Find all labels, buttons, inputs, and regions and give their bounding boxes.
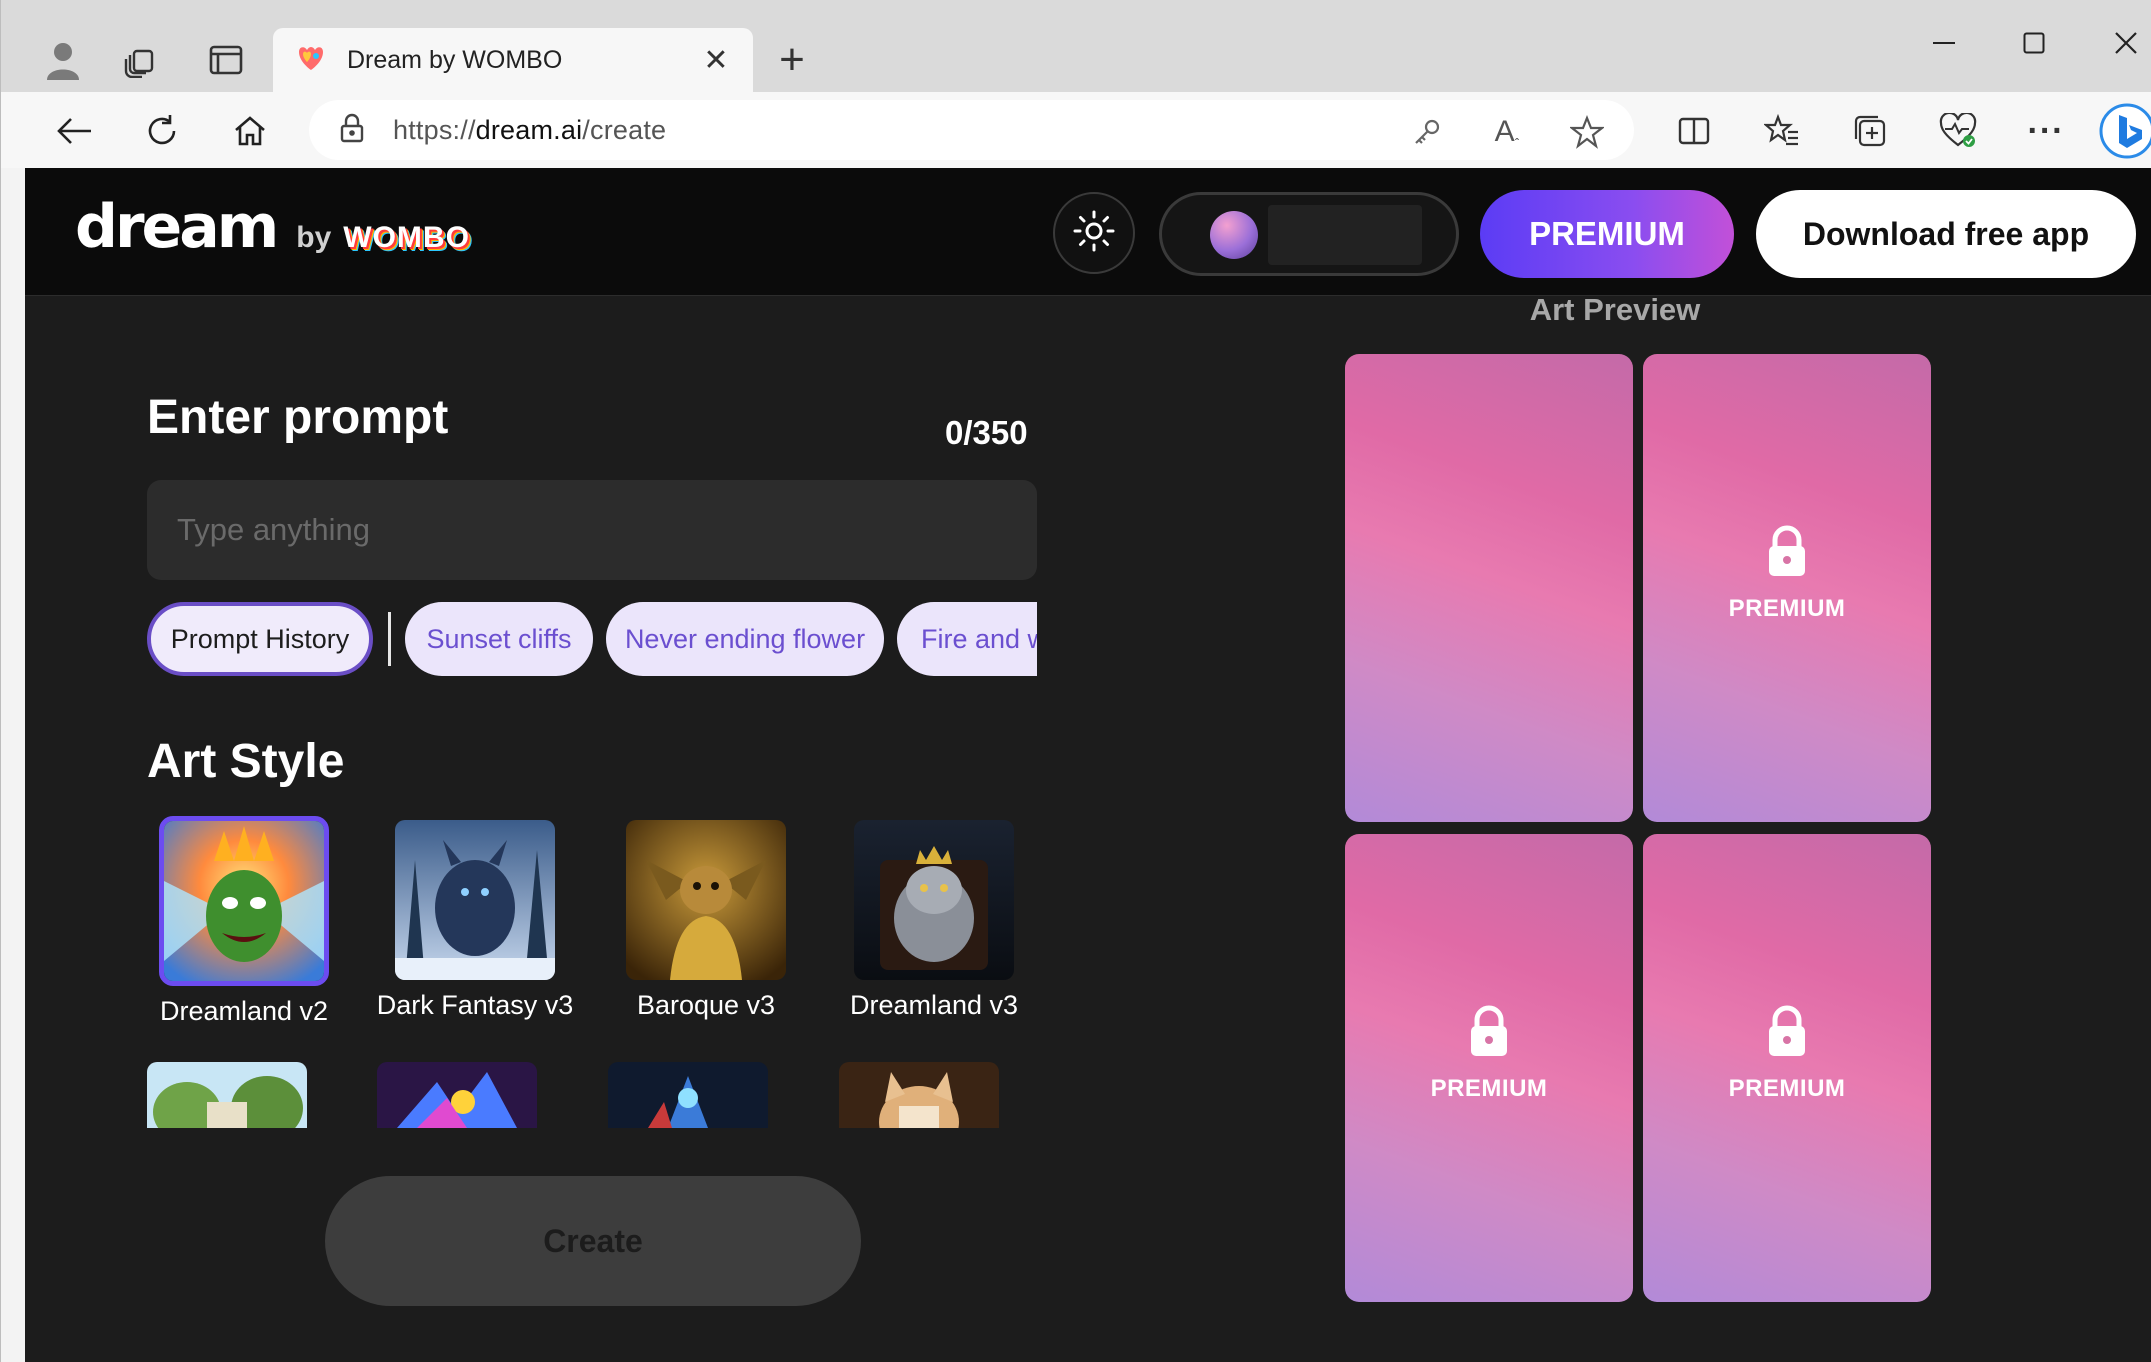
style-label: Dreamland v3 bbox=[849, 990, 1019, 1020]
style-thumbnail-partial[interactable] bbox=[839, 1062, 999, 1128]
style-dreamland-v3[interactable]: Dreamland v3 bbox=[829, 820, 1039, 1021]
prompt-history-button[interactable]: Prompt History bbox=[147, 602, 373, 676]
prompt-chip-row: Prompt History Sunset cliffs Never endin… bbox=[147, 600, 1037, 678]
premium-label: PREMIUM bbox=[1430, 1075, 1548, 1102]
minimize-icon[interactable] bbox=[1909, 18, 1979, 68]
suggestion-chip[interactable]: Never ending flower bbox=[606, 602, 884, 676]
address-bar: https://dream.ai/create Aꞈ ··· bbox=[1, 92, 2151, 168]
premium-lock: PREMIUM bbox=[1643, 1004, 1931, 1103]
style-baroque-v3[interactable]: Baroque v3 bbox=[601, 820, 811, 1021]
preview-card-locked[interactable]: PREMIUM bbox=[1345, 834, 1633, 1302]
preview-card-locked[interactable]: PREMIUM bbox=[1643, 834, 1931, 1302]
art-style-heading: Art Style bbox=[147, 735, 345, 788]
favorites-icon[interactable] bbox=[1755, 104, 1809, 158]
more-options-icon[interactable]: ··· bbox=[2019, 104, 2073, 158]
home-icon[interactable] bbox=[221, 102, 279, 160]
style-thumbnail-partial[interactable] bbox=[377, 1062, 537, 1128]
style-thumbnail bbox=[395, 820, 555, 980]
collections-icon[interactable] bbox=[1843, 104, 1897, 158]
tab-close-icon[interactable]: ✕ bbox=[701, 43, 731, 78]
lock-icon bbox=[1765, 525, 1809, 582]
premium-label: PREMIUM bbox=[1728, 1075, 1846, 1102]
url-host: dream.ai bbox=[475, 114, 583, 145]
tab-bar: Dream by WOMBO ✕ + bbox=[1, 0, 2151, 92]
tab-title: Dream by WOMBO bbox=[347, 45, 563, 74]
site-header: dream by WOMBO PREMIUM Download free app bbox=[25, 168, 2151, 296]
bing-copilot-icon[interactable] bbox=[2097, 103, 2151, 159]
enter-prompt-heading: Enter prompt bbox=[147, 391, 449, 444]
preview-card-locked[interactable]: PREMIUM bbox=[1643, 354, 1931, 822]
wombo-favicon-icon bbox=[295, 42, 327, 79]
style-thumbnail bbox=[159, 816, 329, 986]
character-counter: 0/350 bbox=[945, 414, 1028, 451]
new-tab-icon[interactable]: + bbox=[766, 34, 818, 86]
avatar bbox=[1210, 211, 1258, 259]
read-aloud-icon[interactable]: Aꞈ bbox=[1487, 112, 1527, 152]
style-dreamland-v2[interactable]: Dreamland v2 bbox=[139, 816, 349, 1027]
url-path: /create bbox=[582, 114, 667, 145]
split-screen-icon[interactable] bbox=[1667, 104, 1721, 158]
premium-lock: PREMIUM bbox=[1643, 524, 1931, 623]
premium-label: PREMIUM bbox=[1728, 595, 1846, 622]
maximize-icon[interactable] bbox=[1999, 18, 2069, 68]
premium-button[interactable]: PREMIUM bbox=[1480, 190, 1734, 278]
style-thumbnail bbox=[626, 820, 786, 980]
style-thumbnail-partial[interactable] bbox=[147, 1062, 307, 1128]
lock-icon[interactable] bbox=[339, 113, 365, 148]
browser-window: Dream by WOMBO ✕ + https://dream.ai/crea… bbox=[0, 0, 2151, 1362]
lock-icon bbox=[1467, 1005, 1511, 1062]
profile-icon[interactable] bbox=[33, 30, 93, 90]
favorite-star-icon[interactable] bbox=[1567, 112, 1607, 152]
logo-wombo-text: WOMBO bbox=[343, 221, 470, 254]
workspaces-icon[interactable] bbox=[111, 30, 171, 90]
logo-dream-text: dream bbox=[75, 192, 279, 262]
art-preview-heading: Art Preview bbox=[1529, 292, 1701, 327]
premium-lock: PREMIUM bbox=[1345, 1004, 1633, 1103]
url-text[interactable]: https://dream.ai/create bbox=[393, 115, 666, 146]
create-button[interactable]: Create bbox=[325, 1176, 861, 1306]
style-label: Dark Fantasy v3 bbox=[376, 990, 574, 1020]
username-placeholder bbox=[1268, 205, 1422, 265]
tab-actions-icon[interactable] bbox=[196, 30, 256, 90]
chip-divider bbox=[388, 612, 391, 666]
dream-logo[interactable]: dream by WOMBO bbox=[75, 192, 470, 262]
lock-icon bbox=[1765, 1005, 1809, 1062]
back-icon[interactable] bbox=[45, 102, 103, 160]
url-scheme: https:// bbox=[393, 114, 476, 145]
style-label: Baroque v3 bbox=[636, 990, 776, 1020]
browser-essentials-icon[interactable] bbox=[1931, 104, 1985, 158]
logo-by-text: by bbox=[296, 221, 332, 254]
tab-dream-by-wombo[interactable]: Dream by WOMBO ✕ bbox=[273, 28, 753, 92]
user-profile-button[interactable] bbox=[1159, 192, 1459, 276]
style-thumbnail bbox=[854, 820, 1014, 980]
style-label: Dreamland v2 bbox=[159, 996, 329, 1026]
theme-toggle-button[interactable] bbox=[1053, 192, 1135, 274]
preview-card[interactable] bbox=[1345, 354, 1633, 822]
suggestion-chip[interactable]: Fire and w bbox=[897, 602, 1037, 676]
sun-icon bbox=[1072, 209, 1116, 258]
dream-page: dream by WOMBO PREMIUM Download free app… bbox=[25, 168, 2151, 1362]
prompt-input[interactable] bbox=[147, 480, 1037, 580]
url-bar[interactable]: https://dream.ai/create Aꞈ bbox=[309, 100, 1634, 160]
refresh-icon[interactable] bbox=[133, 102, 191, 160]
suggestion-chip[interactable]: Sunset cliffs bbox=[405, 602, 593, 676]
style-thumbnail-partial[interactable] bbox=[608, 1062, 768, 1128]
password-key-icon[interactable] bbox=[1407, 112, 1447, 152]
close-window-icon[interactable] bbox=[2091, 18, 2151, 68]
download-app-button[interactable]: Download free app bbox=[1756, 190, 2136, 278]
style-dark-fantasy-v3[interactable]: Dark Fantasy v3 bbox=[370, 820, 580, 1021]
